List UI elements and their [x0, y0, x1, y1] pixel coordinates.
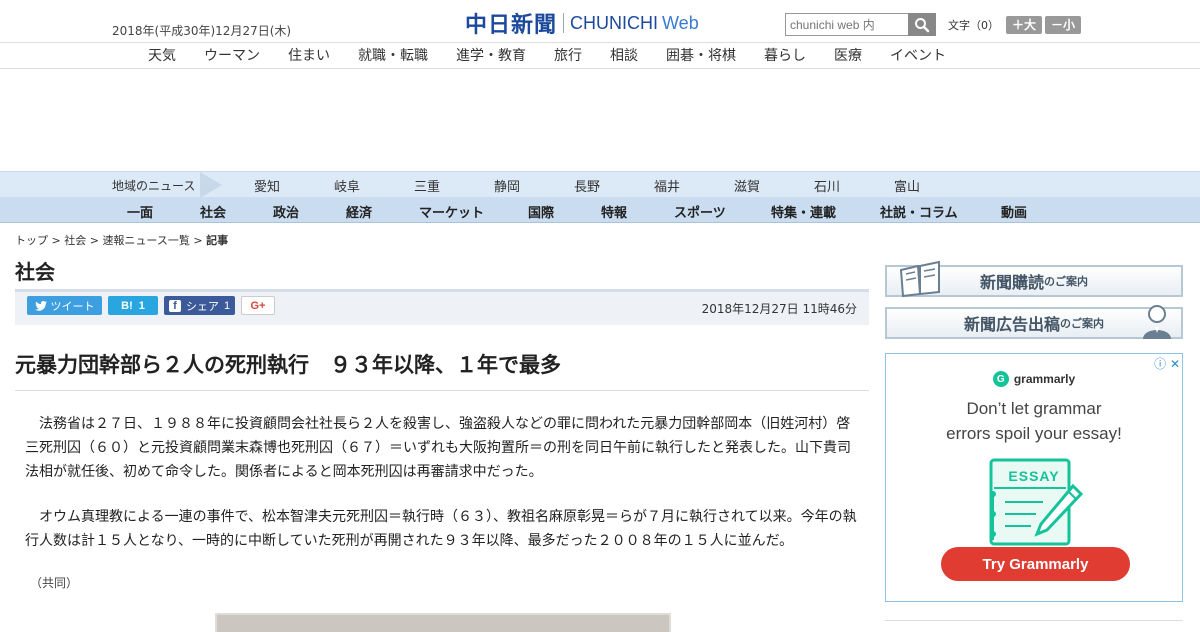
headline-divider — [15, 390, 869, 391]
site-logo[interactable]: 中日新聞 CHUNICHI Web — [465, 9, 699, 39]
subscribe-sublabel: のご案内 — [1044, 275, 1088, 288]
hatena-count: 1 — [138, 299, 145, 312]
breadcrumb-separator: > — [189, 234, 207, 247]
category-nav-item[interactable]: 社会 — [200, 202, 226, 221]
top-nav-item[interactable]: 暮らし — [764, 45, 806, 65]
facebook-share-count: 1 — [223, 299, 231, 312]
region-nav-label[interactable]: 地域のニュース — [112, 177, 195, 194]
try-grammarly-button[interactable]: Try Grammarly — [941, 547, 1130, 581]
site-search — [785, 13, 936, 36]
region-nav-item[interactable]: 滋賀 — [734, 176, 760, 195]
search-button[interactable] — [908, 13, 936, 36]
facebook-share-button[interactable]: f シェア 1 — [164, 296, 235, 315]
top-nav-item[interactable]: ウーマン — [204, 45, 260, 65]
region-nav-item[interactable]: 福井 — [654, 176, 680, 195]
category-nav-item[interactable]: マーケット — [419, 202, 484, 221]
share-bar: ツイート B! 1 f シェア 1 G+ 2018年12月27日 11時46分 — [15, 289, 869, 325]
ad-headline-line: errors spoil your essay! — [946, 424, 1122, 443]
category-nav-item[interactable]: 動画 — [1001, 202, 1027, 221]
logo-web: Web — [662, 12, 699, 33]
grammarly-brand: G grammarly — [886, 371, 1182, 387]
hatena-icon: B! — [121, 299, 133, 312]
section-title: 社会 — [15, 260, 55, 284]
ad-headline-line: Don’t let grammar — [966, 399, 1102, 418]
breadcrumb: トップ > 社会 > 速報ニュース一覧 > 記事 — [15, 232, 228, 248]
top-nav-item[interactable]: 医療 — [834, 45, 862, 65]
search-input[interactable] — [785, 13, 908, 36]
facebook-icon: f — [168, 299, 181, 312]
article-photo[interactable] — [215, 613, 671, 632]
article-paragraph: 法務省は２７日、１９８８年に投資顧問会社社長ら２人を殺害し、強盗殺人などの罪に問… — [25, 416, 851, 480]
region-nav-item[interactable]: 岐阜 — [334, 176, 360, 195]
search-icon — [915, 17, 930, 32]
ad-choices-icon[interactable]: ⓘ ✕ — [1154, 355, 1180, 372]
category-nav-item[interactable]: 特報 — [601, 202, 627, 221]
top-nav-item[interactable]: 相談 — [610, 45, 638, 65]
top-nav-item[interactable]: 天気 — [148, 45, 176, 65]
region-nav: 地域のニュース 愛知 岐阜 三重 静岡 長野 福井 滋賀 石川 富山 — [0, 171, 1200, 198]
region-nav-item[interactable]: 石川 — [814, 176, 840, 195]
twitter-icon — [34, 300, 47, 311]
tweet-button[interactable]: ツイート — [27, 296, 102, 315]
category-nav-item[interactable]: スポーツ — [674, 202, 726, 221]
font-smaller-button[interactable]: －小 — [1045, 16, 1082, 34]
article-headline: 元暴力団幹部ら２人の死刑執行 ９３年以降、１年で最多 — [15, 353, 561, 377]
subscribe-banner[interactable]: 新聞購読 のご案内 — [885, 260, 1183, 298]
top-nav-item[interactable]: 就職・転職 — [358, 45, 428, 65]
essay-label: ESSAY — [1008, 468, 1060, 484]
category-nav-item[interactable]: 特集・連載 — [771, 202, 836, 221]
top-nav-item[interactable]: 進学・教育 — [456, 45, 526, 65]
category-nav: 一面 社会 政治 経済 マーケット 国際 特報 スポーツ 特集・連載 社説・コラ… — [0, 197, 1200, 223]
tweet-label: ツイート — [50, 300, 95, 313]
open-book-icon — [899, 260, 940, 298]
font-larger-button[interactable]: ＋大 — [1006, 16, 1043, 34]
google-plus-button[interactable]: G+ — [241, 296, 275, 315]
header-date: 2018年(平成30年)12月27日(木) — [112, 24, 292, 38]
top-nav-item[interactable]: 住まい — [288, 45, 330, 65]
font-size-label: 文字（0） — [948, 19, 999, 32]
breadcrumb-link[interactable]: 速報ニュース一覧 — [102, 234, 189, 247]
advertise-label: 新聞広告出稿 — [963, 315, 1060, 334]
top-nav-item[interactable]: イベント — [890, 45, 946, 65]
region-nav-item[interactable]: 三重 — [414, 176, 440, 195]
region-nav-item[interactable]: 静岡 — [494, 176, 520, 195]
google-plus-icon: G+ — [250, 299, 266, 312]
breadcrumb-link[interactable]: 社会 — [64, 234, 86, 247]
breadcrumb-link[interactable]: トップ — [15, 234, 48, 247]
category-nav-item[interactable]: 政治 — [273, 202, 299, 221]
grammarly-logo-icon: G — [992, 371, 1009, 387]
top-nav-item[interactable]: 囲碁・将棋 — [666, 45, 736, 65]
sidebar-divider — [885, 620, 1183, 621]
advertise-sublabel: のご案内 — [1060, 317, 1104, 330]
top-nav-item[interactable]: 旅行 — [554, 45, 582, 65]
category-nav-item[interactable]: 一面 — [127, 202, 153, 221]
breadcrumb-separator: > — [86, 234, 103, 247]
published-time: 2018年12月27日 11時46分 — [701, 302, 857, 316]
top-nav: 天気 ウーマン 住まい 就職・転職 進学・教育 旅行 相談 囲碁・将棋 暮らし … — [0, 42, 1200, 69]
breadcrumb-current: 記事 — [206, 234, 229, 247]
category-nav-item[interactable]: 社説・コラム — [880, 202, 958, 221]
article-paragraph: オウム真理教による一連の事件で、松本智津夫元死刑囚＝執行時（６３）、教祖名麻原彰… — [25, 509, 857, 549]
region-nav-arrow-icon — [200, 172, 222, 198]
logo-divider — [563, 13, 565, 33]
subscribe-label: 新聞購読 — [979, 273, 1044, 292]
breadcrumb-separator: > — [48, 234, 65, 247]
font-size-control: 文字（0） ＋大 －小 — [948, 16, 1082, 34]
person-icon — [1143, 305, 1171, 339]
advertise-banner[interactable]: 新聞広告出稿 のご案内 — [885, 305, 1183, 339]
region-nav-item[interactable]: 長野 — [574, 176, 600, 195]
category-nav-item[interactable]: 国際 — [528, 202, 554, 221]
region-nav-item[interactable]: 富山 — [894, 176, 920, 195]
article-credit: （共同） — [30, 576, 79, 590]
facebook-share-label: シェア — [185, 300, 219, 313]
region-nav-item[interactable]: 愛知 — [254, 176, 280, 195]
grammarly-brand-name: grammarly — [1013, 372, 1076, 386]
logo-english: CHUNICHI — [570, 12, 659, 33]
logo-japanese: 中日新聞 — [465, 13, 558, 38]
hatena-bookmark-button[interactable]: B! 1 — [108, 296, 158, 315]
grammarly-ad[interactable]: ⓘ ✕ G grammarly Don’t let grammar errors… — [885, 353, 1183, 602]
category-nav-item[interactable]: 経済 — [346, 202, 372, 221]
